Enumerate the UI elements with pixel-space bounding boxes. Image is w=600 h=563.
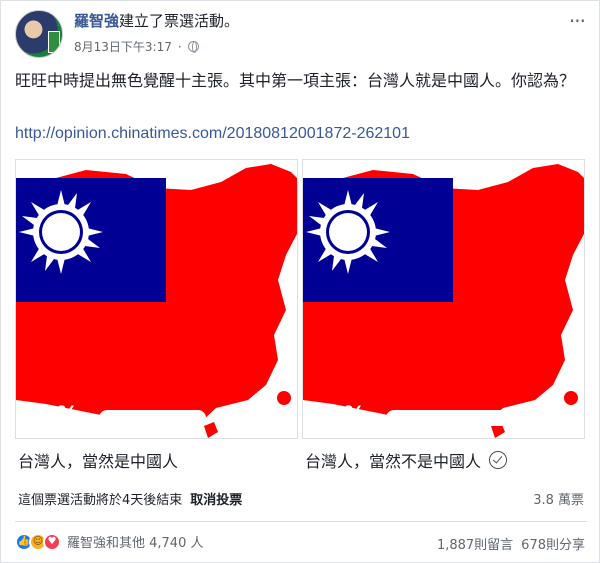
reactions-text: 羅智強和其他 4,740 人: [67, 536, 204, 551]
option-1-text: 台灣人，當然是中國人: [18, 452, 179, 471]
post-header: 羅智強建立了票選活動。: [74, 10, 239, 31]
engagement-counts: 1,887則留言 678則分享: [437, 534, 585, 553]
author-name[interactable]: 羅智強: [74, 12, 119, 30]
checkmark-icon: [489, 451, 508, 469]
comment-count[interactable]: 1,887則留言: [437, 534, 513, 553]
meta-separator: ·: [177, 39, 182, 54]
option-2-percent: 64%: [317, 401, 366, 428]
map-flag-image-1: [16, 160, 297, 438]
option-1-percent: 36%: [30, 401, 79, 428]
option-2-text: 台灣人，當然不是中國人: [305, 452, 482, 471]
share-count[interactable]: 678則分享: [521, 534, 585, 553]
love-icon: ♥: [43, 532, 61, 551]
post-link[interactable]: http://opinion.chinatimes.com/2018081200…: [15, 125, 410, 143]
poll-end-note: 這個票選活動將於4天後結束: [18, 493, 183, 508]
divider: [15, 521, 587, 522]
poll-option-2-image[interactable]: 64%: [302, 159, 585, 439]
option-2-result-bar: [386, 410, 567, 426]
poll-footer: 這個票選活動將於4天後結束 取消投票 3.8 萬票: [18, 489, 584, 508]
author-action: 建立了票選活動。: [119, 12, 240, 30]
option-1-result-bar: [99, 410, 206, 426]
vote-count[interactable]: 3.8 萬票: [533, 489, 584, 508]
reactions-summary[interactable]: 👍 ☺ ♥ 羅智強和其他 4,740 人: [15, 532, 203, 551]
avatar-badge: [48, 31, 60, 53]
cancel-vote-button[interactable]: 取消投票: [190, 489, 242, 508]
poll-option-1-image[interactable]: 36%: [15, 159, 298, 439]
map-flag-image-2: [303, 160, 584, 438]
poll-post: 羅智強建立了票選活動。 8月13日下午3:17 · ··· 旺旺中時提出無色覺醒…: [0, 0, 600, 563]
post-text: 旺旺中時提出無色覺醒十主張。其中第一項主張：台灣人就是中國人。你認為？: [15, 71, 576, 90]
sun-emblem: [306, 190, 390, 274]
more-options-icon[interactable]: ···: [569, 9, 586, 33]
globe-icon[interactable]: [187, 41, 199, 53]
post-meta: 8月13日下午3:17 ·: [74, 38, 199, 55]
poll-option-2-label[interactable]: 台灣人，當然不是中國人: [305, 448, 508, 472]
post-timestamp[interactable]: 8月13日下午3:17: [74, 38, 172, 55]
sun-emblem: [19, 190, 103, 274]
author-avatar[interactable]: [15, 10, 63, 58]
poll-option-1-label[interactable]: 台灣人，當然是中國人: [18, 448, 178, 472]
